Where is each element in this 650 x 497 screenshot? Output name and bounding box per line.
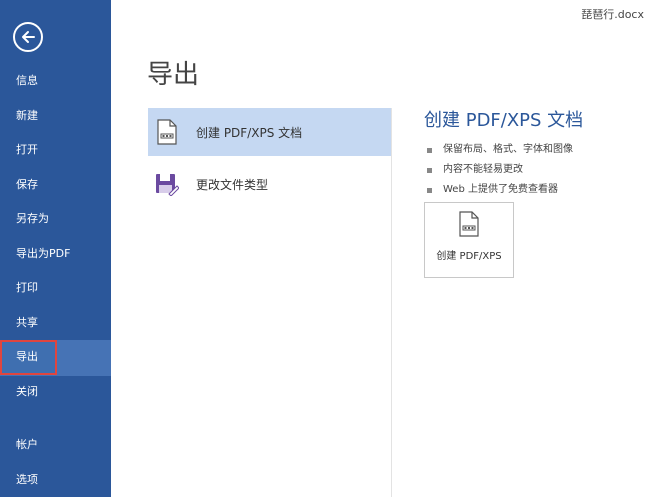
nav-item-save[interactable]: 保存 [0, 168, 111, 203]
backstage-main: 琵琶行.docx 导出 创建 PDF/XPS 文档 更改文件类型 创建 PDF/… [111, 0, 650, 497]
nav-item-close[interactable]: 关闭 [0, 375, 111, 410]
list-item: 内容不能轻易更改 [427, 160, 644, 180]
nav-item-account[interactable]: 帐户 [0, 428, 111, 463]
nav-bottom-list: 帐户 选项 [0, 428, 111, 497]
list-item: Web 上提供了免费查看器 [427, 180, 644, 200]
pdf-document-icon [154, 117, 180, 147]
option-change-file-type[interactable]: 更改文件类型 [148, 160, 391, 208]
detail-bullets: 保留布局、格式、字体和图像 内容不能轻易更改 Web 上提供了免费查看器 [427, 140, 644, 200]
back-button[interactable] [13, 22, 43, 52]
document-file-name: 琵琶行.docx [581, 8, 644, 21]
page-title: 导出 [147, 60, 200, 90]
option-label: 创建 PDF/XPS 文档 [196, 125, 303, 140]
detail-title: 创建 PDF/XPS 文档 [424, 110, 584, 131]
nav-item-open[interactable]: 打开 [0, 133, 111, 168]
bullet-icon [427, 187, 432, 193]
nav-item-export[interactable]: 导出 [0, 340, 57, 375]
save-as-icon [154, 169, 180, 199]
bullet-icon [427, 147, 432, 153]
list-item: 保留布局、格式、字体和图像 [427, 140, 644, 160]
nav-item-save-as[interactable]: 另存为 [0, 202, 111, 237]
nav-item-info[interactable]: 信息 [0, 64, 111, 99]
export-options-list: 创建 PDF/XPS 文档 更改文件类型 [148, 108, 392, 497]
create-pdf-xps-button[interactable]: 创建 PDF/XPS [424, 202, 514, 278]
nav-item-new[interactable]: 新建 [0, 99, 111, 134]
nav-item-share[interactable]: 共享 [0, 306, 111, 341]
bullet-icon [427, 167, 432, 173]
arrow-left-icon [22, 31, 35, 43]
nav-list: 信息 新建 打开 保存 另存为 导出为PDF 打印 共享 导出 关闭 [0, 64, 111, 409]
option-create-pdf-xps[interactable]: 创建 PDF/XPS 文档 [148, 108, 391, 156]
option-label: 更改文件类型 [196, 177, 269, 192]
create-pdf-xps-button-label: 创建 PDF/XPS [436, 251, 502, 262]
detail-panel: 创建 PDF/XPS 文档 保留布局、格式、字体和图像 内容不能轻易更改 Web… [424, 106, 644, 200]
backstage-sidebar: 信息 新建 打开 保存 另存为 导出为PDF 打印 共享 导出 关闭 帐户 选项 [0, 0, 111, 497]
nav-item-options[interactable]: 选项 [0, 463, 111, 497]
pdf-document-icon [459, 211, 479, 237]
backstage-view: 信息 新建 打开 保存 另存为 导出为PDF 打印 共享 导出 关闭 帐户 选项… [0, 0, 650, 497]
nav-item-export-pdf[interactable]: 导出为PDF [0, 237, 111, 272]
nav-item-print[interactable]: 打印 [0, 271, 111, 306]
